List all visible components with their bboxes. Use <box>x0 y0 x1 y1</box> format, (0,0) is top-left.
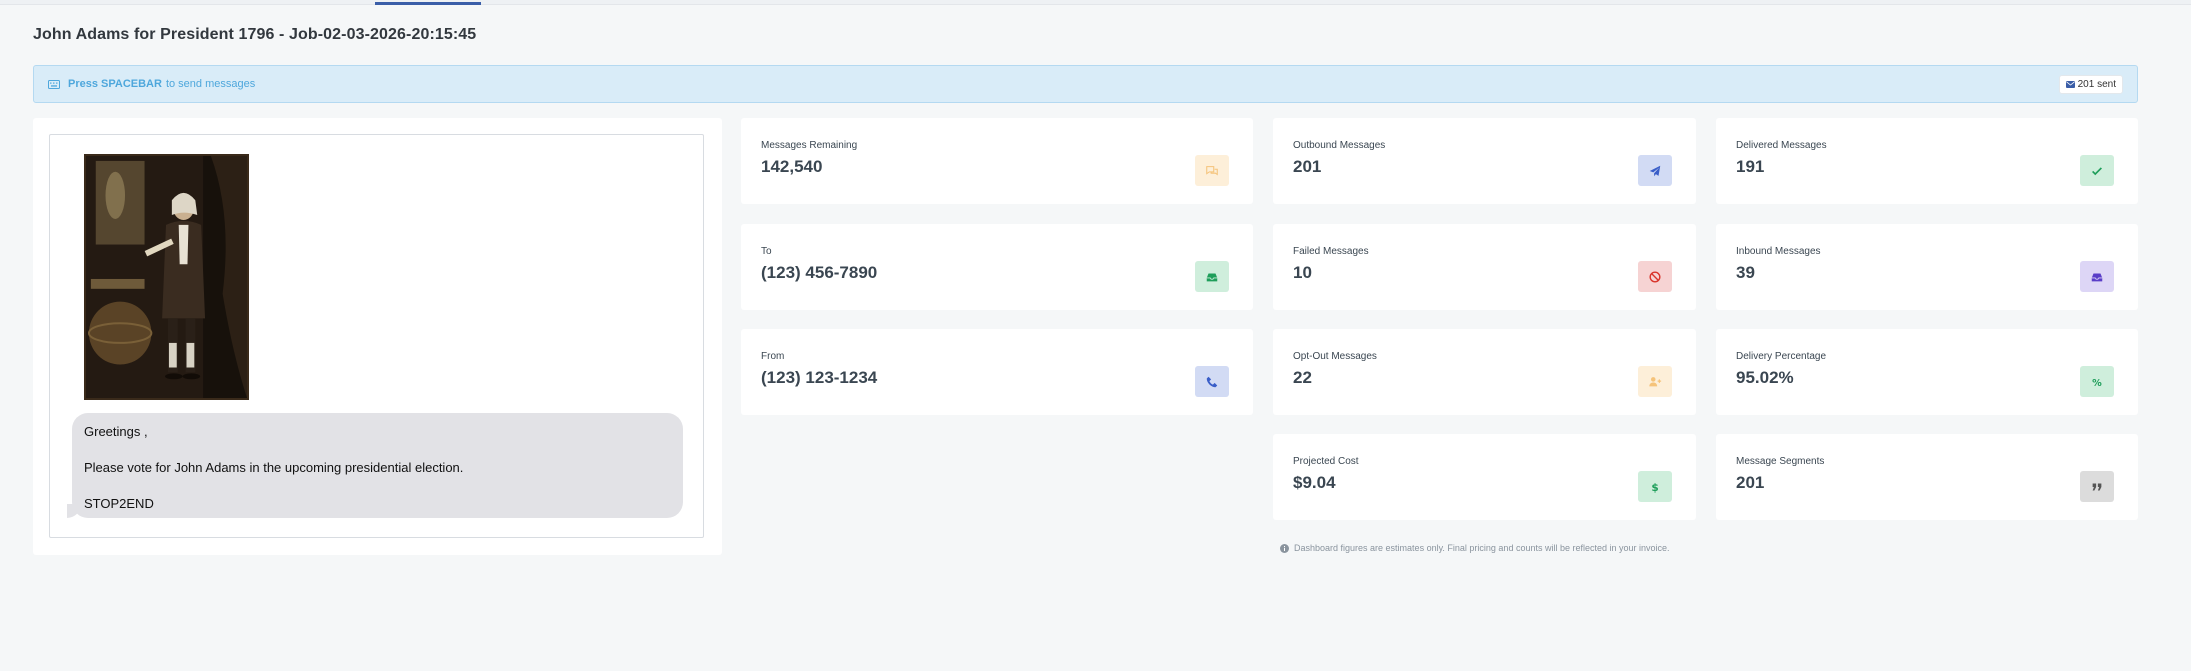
percent-icon: % <box>2080 366 2114 397</box>
message-line-body: Please vote for John Adams in the upcomi… <box>84 460 464 475</box>
stat-value: 95.02% <box>1736 368 1794 387</box>
inbox-icon <box>2080 261 2114 292</box>
active-tab-indicator <box>375 2 481 5</box>
portrait-image <box>84 154 249 400</box>
stat-label: Messages Remaining <box>761 140 858 151</box>
message-bubble: Greetings , Please vote for John Adams i… <box>67 413 683 518</box>
stat-value: 10 <box>1293 263 1312 282</box>
stat-value: 201 <box>1293 157 1322 176</box>
stat-value: 22 <box>1293 368 1312 387</box>
ban-icon <box>1638 261 1672 292</box>
message-line-greeting: Greetings , <box>84 424 148 439</box>
footnote-text: Dashboard figures are estimates only. Fi… <box>1294 543 1670 553</box>
envelope-icon <box>2065 80 2075 88</box>
stat-value: (123) 123-1234 <box>761 368 878 387</box>
stat-label: Inbound Messages <box>1736 246 1821 257</box>
stat-inbound-messages: Inbound Messages 39 <box>1716 224 2138 310</box>
dashboard-footnote: Dashboard figures are estimates only. Fi… <box>1280 543 1670 553</box>
info-icon <box>1280 543 1289 553</box>
stat-outbound-messages: Outbound Messages 201 <box>1273 118 1696 204</box>
stat-value: (123) 456-7890 <box>761 263 878 282</box>
message-line-stop: STOP2END <box>84 496 154 511</box>
stat-label: Projected Cost <box>1293 456 1359 467</box>
stat-label: Opt-Out Messages <box>1293 351 1377 362</box>
spacebar-alert: Press SPACEBAR to send messages 201 sent <box>33 65 2138 103</box>
svg-text:$: $ <box>1651 481 1658 493</box>
sent-count-text: 201 sent <box>2077 78 2116 90</box>
stat-value: 39 <box>1736 263 1755 282</box>
stat-delivered-messages: Delivered Messages 191 <box>1716 118 2138 204</box>
top-nav-bar <box>0 0 2191 5</box>
stat-projected-cost: Projected Cost $9.04 $ <box>1273 434 1696 520</box>
stat-delivery-percentage: Delivery Percentage 95.02% % <box>1716 329 2138 415</box>
inbox-icon <box>1195 261 1229 292</box>
stat-label: Failed Messages <box>1293 246 1369 257</box>
stat-from: From (123) 123-1234 <box>741 329 1253 415</box>
paper-plane-icon <box>1638 155 1672 186</box>
stat-to: To (123) 456-7890 <box>741 224 1253 310</box>
stat-value: $9.04 <box>1293 473 1336 492</box>
stat-value: 142,540 <box>761 157 823 176</box>
page-title: John Adams for President 1796 - Job-02-0… <box>33 26 477 43</box>
stat-label: Delivered Messages <box>1736 140 1827 151</box>
stat-messages-remaining: Messages Remaining 142,540 <box>741 118 1253 204</box>
stat-value: 201 <box>1736 473 1765 492</box>
stat-label: Message Segments <box>1736 456 1825 467</box>
alert-key-text: Press SPACEBAR <box>68 78 162 90</box>
dollar-icon: $ <box>1638 471 1672 502</box>
phone-icon <box>1195 366 1229 397</box>
svg-text:%: % <box>2092 377 2102 388</box>
stat-label: To <box>761 246 772 257</box>
stat-label: Delivery Percentage <box>1736 351 1827 362</box>
stat-opt-out-messages: Opt-Out Messages 22 <box>1273 329 1696 415</box>
stat-value: 191 <box>1736 157 1765 176</box>
chat-icon <box>1195 155 1229 186</box>
sent-count-badge: 201 sent <box>2058 74 2123 94</box>
user-plus-icon <box>1638 366 1672 397</box>
stat-label: From <box>761 351 785 362</box>
stat-failed-messages: Failed Messages 10 <box>1273 224 1696 310</box>
stat-message-segments: Message Segments 201 <box>1716 434 2138 520</box>
check-icon <box>2080 155 2114 186</box>
alert-text: to send messages <box>165 78 256 90</box>
stat-label: Outbound Messages <box>1293 140 1386 151</box>
message-preview-frame: Greetings , Please vote for John Adams i… <box>49 134 704 538</box>
quote-icon <box>2080 471 2114 502</box>
keyboard-icon <box>48 79 60 89</box>
message-preview-card: Greetings , Please vote for John Adams i… <box>33 118 722 555</box>
